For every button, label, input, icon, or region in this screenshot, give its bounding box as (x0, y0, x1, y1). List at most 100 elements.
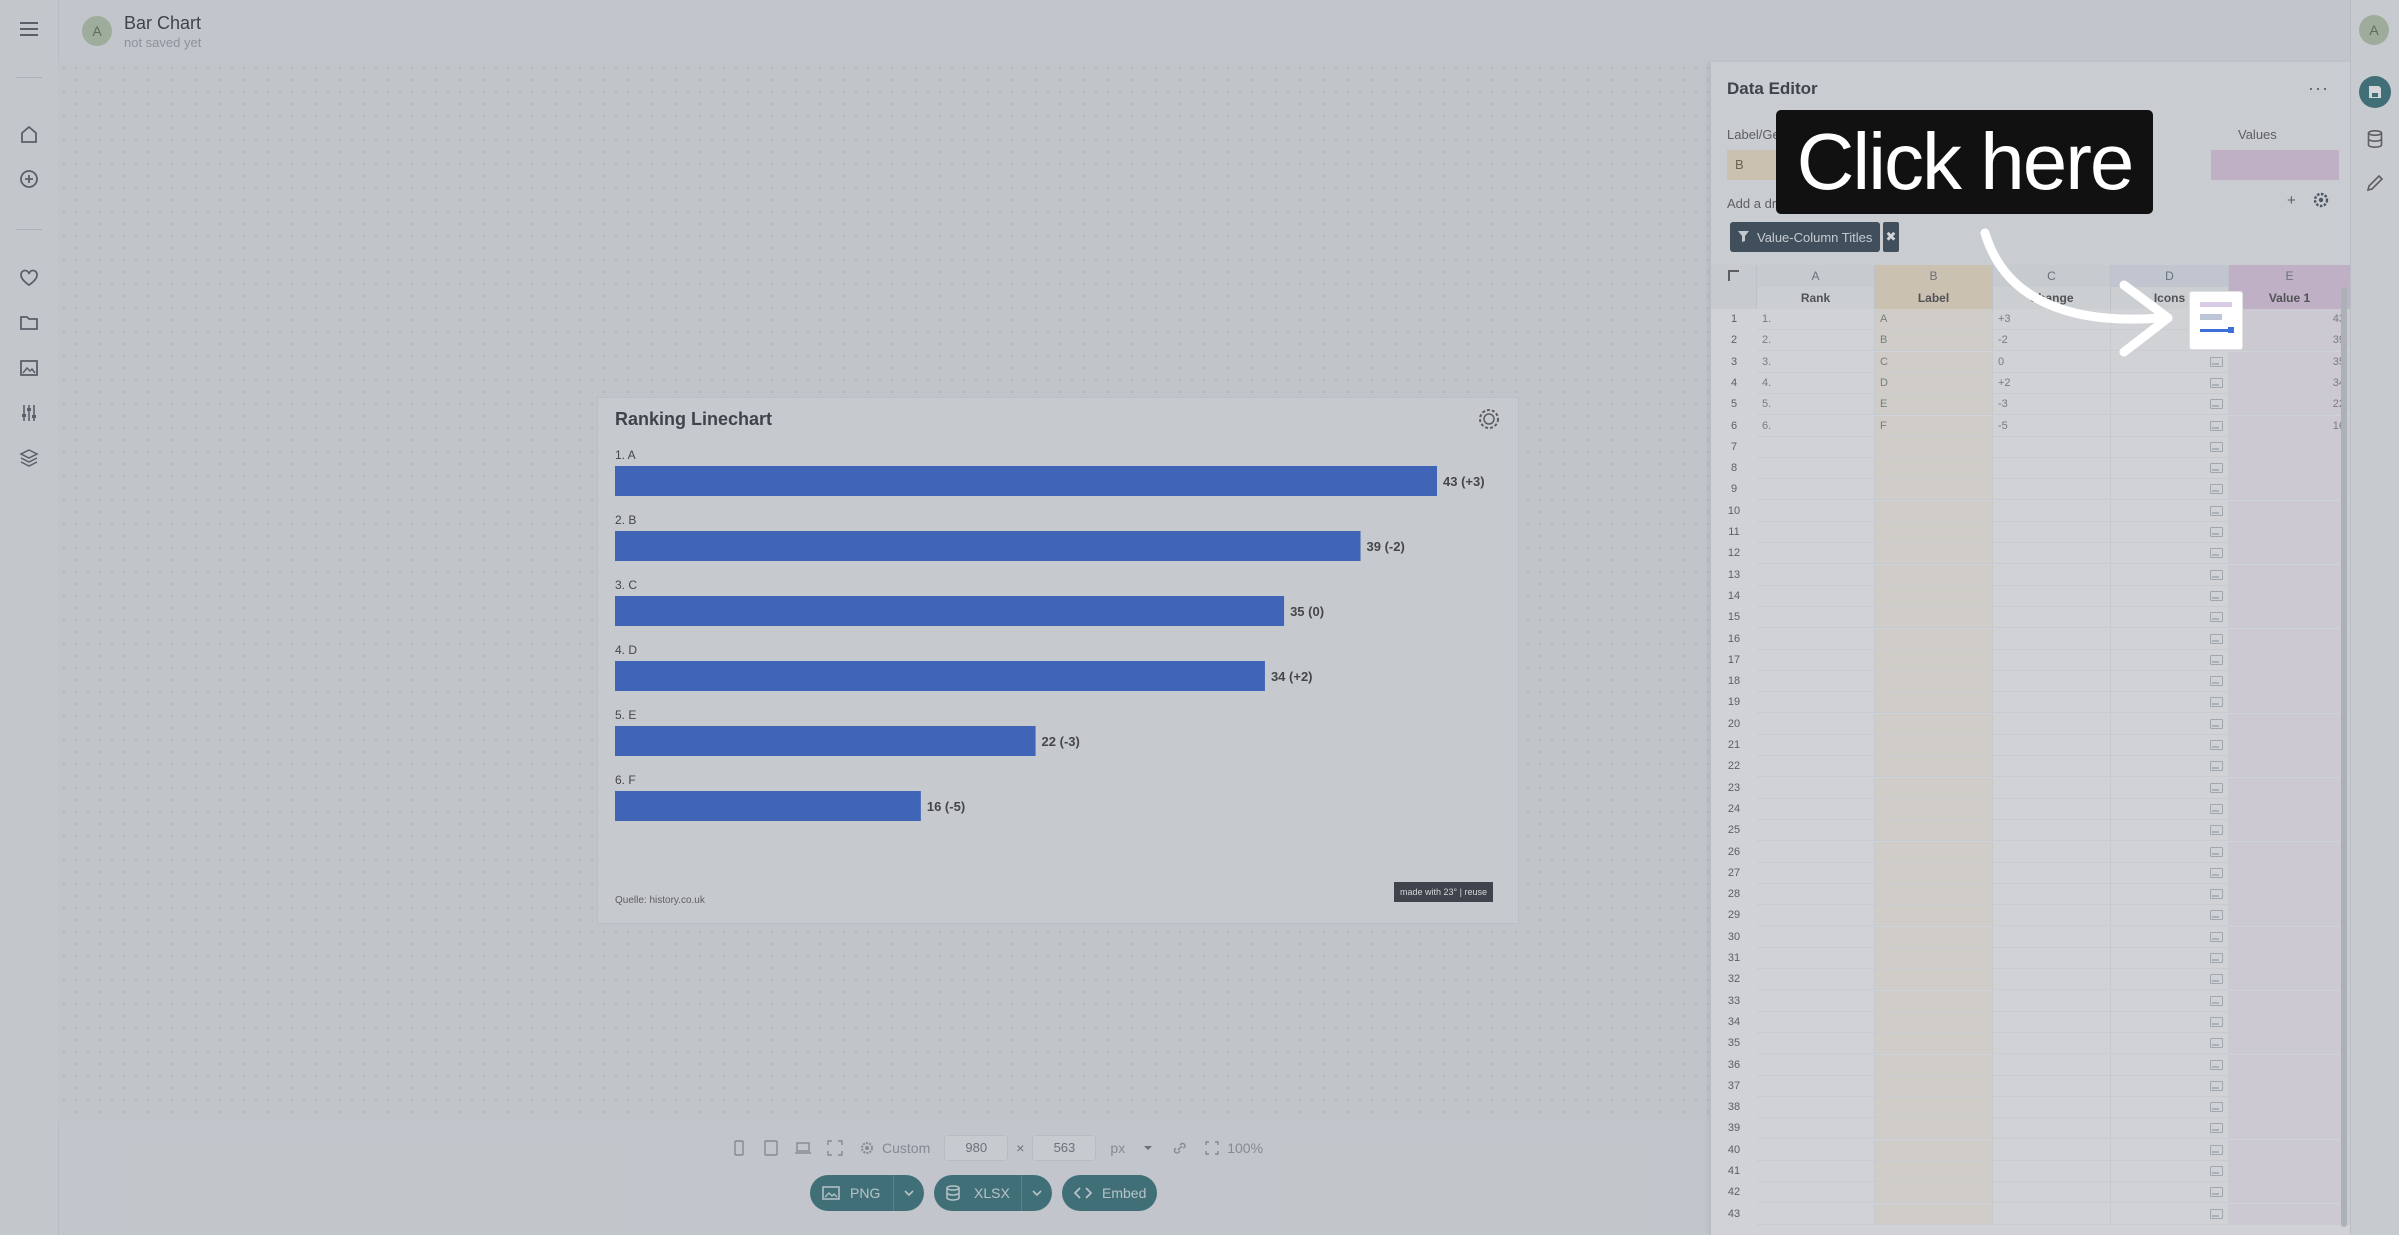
sheet-cell[interactable] (2229, 543, 2351, 565)
size-preset-label[interactable]: Custom (882, 1140, 930, 1156)
sheet-cell[interactable] (2229, 692, 2351, 714)
sheet-cell[interactable] (1757, 713, 1875, 735)
row-number[interactable]: 34 (1711, 1012, 1757, 1033)
row-number[interactable]: 25 (1711, 820, 1757, 841)
column-title-rank[interactable]: Rank (1757, 287, 1875, 309)
sheet-cell[interactable] (1993, 1075, 2111, 1097)
row-number[interactable]: 3 (1711, 352, 1757, 373)
sheet-cell[interactable] (2111, 522, 2229, 543)
row-number[interactable]: 36 (1711, 1055, 1757, 1076)
heart-icon[interactable] (17, 266, 41, 290)
close-icon[interactable]: ✖ (1883, 222, 1899, 252)
gear-icon[interactable] (858, 1139, 876, 1157)
sheet-cell[interactable] (1875, 1203, 1993, 1225)
sheet-cell[interactable]: 39 (2229, 330, 2351, 352)
sheet-cell[interactable] (1875, 1033, 1993, 1055)
row-number[interactable]: 33 (1711, 991, 1757, 1012)
sheet-cell[interactable] (1875, 926, 1993, 948)
sheet-cell[interactable] (1875, 1182, 1993, 1204)
sheet-cell[interactable] (1757, 990, 1875, 1012)
sheet-cell[interactable] (2111, 756, 2229, 778)
sheet-cell[interactable] (1757, 522, 1875, 543)
sheet-cell[interactable] (1993, 862, 2111, 884)
column-title-change[interactable]: Change (1993, 287, 2111, 309)
sheet-cell[interactable] (2111, 1139, 2229, 1161)
sheet-cell[interactable] (1875, 1139, 1993, 1161)
sheet-cell[interactable] (2229, 1054, 2351, 1076)
made-with-badge[interactable]: made with 23° | reuse (1394, 882, 1493, 902)
sheet-cell[interactable] (1993, 522, 2111, 543)
sheet-cell[interactable] (1993, 926, 2111, 948)
sheet-cell[interactable] (2229, 1118, 2351, 1140)
sheet-cell[interactable] (1993, 884, 2111, 906)
sheet-cell[interactable] (1875, 585, 1993, 607)
row-number[interactable]: 11 (1711, 522, 1757, 543)
sheet-cell[interactable] (2229, 884, 2351, 906)
sheet-cell[interactable]: C (1875, 351, 1993, 373)
column-header-c[interactable]: C (1993, 265, 2111, 287)
row-number[interactable]: 2 (1711, 330, 1757, 351)
height-input[interactable]: 563 (1032, 1135, 1097, 1161)
sheet-cell[interactable]: -2 (1993, 330, 2111, 352)
sheet-cell[interactable] (1757, 948, 1875, 969)
bar[interactable] (615, 466, 1437, 496)
sheet-cell[interactable] (1993, 713, 2111, 735)
sheet-cell[interactable] (2229, 649, 2351, 671)
column-header-e[interactable]: E (2229, 265, 2351, 287)
row-number[interactable]: 35 (1711, 1033, 1757, 1054)
sheet-cell[interactable] (2111, 500, 2229, 522)
sheet-cell[interactable] (2229, 500, 2351, 522)
mobile-icon[interactable] (730, 1139, 748, 1157)
bar[interactable] (615, 726, 1036, 756)
sheet-cell[interactable] (2229, 1161, 2351, 1182)
row-number[interactable]: 10 (1711, 501, 1757, 522)
sheet-cell[interactable] (1757, 692, 1875, 714)
sheet-cell[interactable] (1875, 1097, 1993, 1119)
sheet-cell[interactable] (2229, 1033, 2351, 1055)
sheet-cell[interactable] (2229, 1075, 2351, 1097)
row-number[interactable]: 26 (1711, 842, 1757, 863)
sheet-cell[interactable] (2229, 969, 2351, 991)
sheet-cell[interactable] (1757, 1054, 1875, 1076)
sheet-cell[interactable] (2111, 884, 2229, 906)
sheet-cell[interactable] (2111, 1118, 2229, 1140)
sheet-cell[interactable]: 0 (1993, 351, 2111, 373)
row-number[interactable]: 23 (1711, 778, 1757, 799)
sheet-cell[interactable] (2229, 777, 2351, 799)
chevron-down-icon[interactable] (1021, 1175, 1052, 1211)
sheet-cell[interactable] (2229, 479, 2351, 501)
sheet-cell[interactable] (1993, 1011, 2111, 1033)
sheet-cell[interactable] (2111, 798, 2229, 820)
sheet-cell[interactable] (1993, 777, 2111, 799)
sheet-cell[interactable] (2111, 862, 2229, 884)
sheet-cell[interactable]: 16 (2229, 415, 2351, 437)
sheet-cell[interactable] (1757, 820, 1875, 842)
sheet-cell[interactable] (1993, 564, 2111, 586)
sheet-cell[interactable] (2111, 1075, 2229, 1097)
link-icon[interactable] (1171, 1139, 1189, 1157)
sheet-cell[interactable] (2229, 458, 2351, 480)
sheet-cell[interactable] (1757, 1118, 1875, 1140)
sheet-cell[interactable]: -3 (1993, 394, 2111, 416)
row-number[interactable]: 38 (1711, 1097, 1757, 1118)
sheet-cell[interactable]: 6. (1757, 415, 1875, 437)
row-number[interactable]: 37 (1711, 1076, 1757, 1097)
sheet-cell[interactable] (2111, 1182, 2229, 1204)
sheet-cell[interactable] (1993, 990, 2111, 1012)
row-number[interactable]: 4 (1711, 373, 1757, 394)
sheet-cell[interactable] (1875, 969, 1993, 991)
chart-card[interactable]: Ranking Linechart 1. A 43 (+3) 2. B 39 (-2)… (598, 398, 1518, 923)
sheet-cell[interactable] (2111, 649, 2229, 671)
sheet-cell[interactable] (2111, 564, 2229, 586)
sheet-cell[interactable] (2111, 415, 2229, 437)
sheet-cell[interactable] (2111, 628, 2229, 650)
sheet-cell[interactable] (2229, 522, 2351, 543)
sheet-cell[interactable] (1757, 543, 1875, 565)
gear-icon[interactable] (2313, 192, 2329, 208)
sheet-cell[interactable] (1875, 1011, 1993, 1033)
sheet-cell[interactable] (2229, 564, 2351, 586)
sheet-cell[interactable] (1993, 500, 2111, 522)
sheet-cell[interactable] (2229, 841, 2351, 863)
sheet-cell[interactable] (1875, 1075, 1993, 1097)
sheet-cell[interactable] (1993, 905, 2111, 927)
